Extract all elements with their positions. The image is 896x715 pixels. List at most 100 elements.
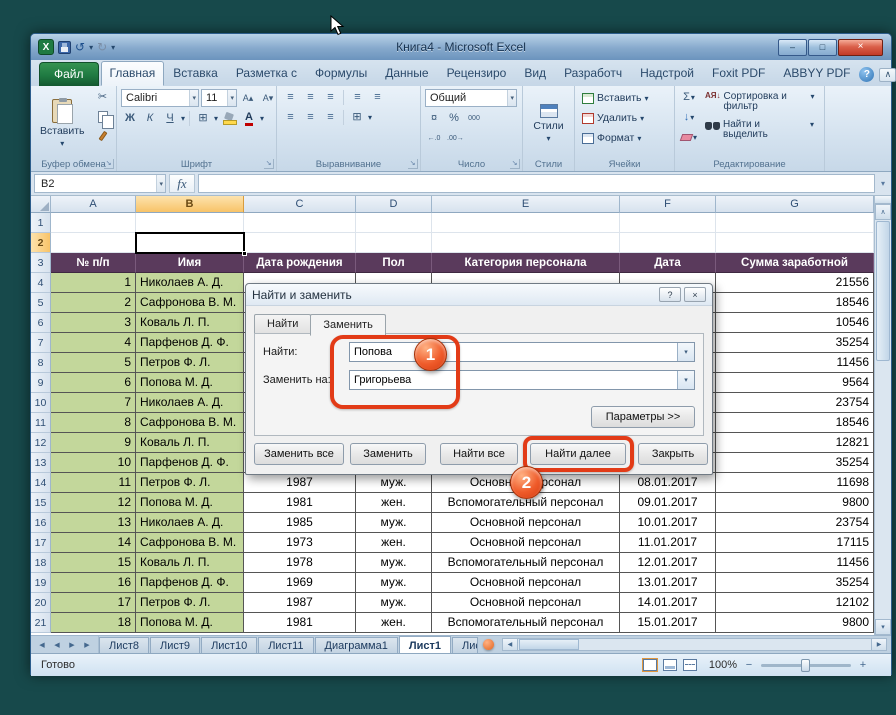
- sheet-tab-Лист11[interactable]: Лист11: [258, 637, 313, 653]
- excel-app-icon[interactable]: X: [38, 39, 54, 55]
- view-page-break-button[interactable]: [683, 659, 697, 671]
- cell-E16[interactable]: Основной персонал: [432, 513, 620, 533]
- replace-button[interactable]: Заменить: [350, 443, 426, 465]
- cell-C21[interactable]: 1981: [244, 613, 356, 633]
- scroll-left-icon[interactable]: ◀: [503, 639, 518, 650]
- last-sheet-icon[interactable]: ▶: [80, 638, 94, 651]
- ribbon-tab-Формулы[interactable]: Формулы: [306, 61, 376, 86]
- horizontal-scrollbar[interactable]: ◀ ▶: [502, 638, 887, 651]
- dialog-titlebar[interactable]: Найти и заменить ? ×: [246, 284, 712, 306]
- cell-D3[interactable]: Пол: [356, 253, 432, 273]
- cell-D18[interactable]: муж.: [356, 553, 432, 573]
- cell-A9[interactable]: 6: [51, 373, 136, 393]
- fill-color-button[interactable]: [220, 110, 238, 127]
- cell-D21[interactable]: жен.: [356, 613, 432, 633]
- ribbon-tab-Данные[interactable]: Данные: [376, 61, 437, 86]
- ribbon-tab-Надстрой[interactable]: Надстрой: [631, 61, 703, 86]
- cell-G4[interactable]: 21556: [716, 273, 874, 293]
- row-header-10[interactable]: 10: [31, 393, 51, 413]
- vertical-scrollbar[interactable]: ∧ ▾: [874, 196, 891, 635]
- help-icon[interactable]: ?: [859, 67, 874, 82]
- sheet-tab-Лист9[interactable]: Лист9: [150, 637, 200, 653]
- cell-B12[interactable]: Коваль Л. П.: [136, 433, 244, 453]
- cell-F15[interactable]: 09.01.2017: [620, 493, 716, 513]
- row-header-9[interactable]: 9: [31, 373, 51, 393]
- cell-G14[interactable]: 11698: [716, 473, 874, 493]
- cell-A10[interactable]: 7: [51, 393, 136, 413]
- cell-F2[interactable]: [620, 233, 716, 253]
- align-middle-button[interactable]: ≡: [301, 89, 319, 106]
- scrollbar-split-handle[interactable]: [875, 196, 891, 204]
- cell-A5[interactable]: 2: [51, 293, 136, 313]
- cell-G9[interactable]: 9564: [716, 373, 874, 393]
- cell-G8[interactable]: 11456: [716, 353, 874, 373]
- cell-B16[interactable]: Николаев А. Д.: [136, 513, 244, 533]
- align-right-button[interactable]: ≡: [321, 109, 339, 126]
- merge-center-button[interactable]: ⊞: [348, 109, 366, 126]
- next-sheet-icon[interactable]: ▶: [65, 638, 79, 651]
- cut-button[interactable]: ✂: [94, 89, 112, 106]
- cell-E20[interactable]: Основной персонал: [432, 593, 620, 613]
- row-header-6[interactable]: 6: [31, 313, 51, 333]
- font-color-dropdown-icon[interactable]: ▾: [260, 114, 264, 123]
- cell-B17[interactable]: Сафронова В. М.: [136, 533, 244, 553]
- cell-G17[interactable]: 17115: [716, 533, 874, 553]
- close-button[interactable]: ×: [838, 39, 883, 56]
- grow-font-button[interactable]: A▴: [239, 90, 257, 107]
- percent-style-button[interactable]: %: [445, 110, 463, 127]
- increase-decimal-button[interactable]: ←.0: [425, 130, 443, 147]
- font-dialog-launcher[interactable]: ↘: [264, 159, 274, 169]
- fill-button[interactable]: ↓▾: [679, 109, 699, 126]
- tab-replace[interactable]: Заменить: [310, 314, 385, 336]
- row-header-19[interactable]: 19: [31, 573, 51, 593]
- find-all-button[interactable]: Найти все: [440, 443, 518, 465]
- zoom-in-button[interactable]: +: [857, 659, 869, 671]
- font-name-combo[interactable]: Calibri▾: [121, 89, 199, 107]
- cell-D20[interactable]: муж.: [356, 593, 432, 613]
- cell-D17[interactable]: жен.: [356, 533, 432, 553]
- row-header-5[interactable]: 5: [31, 293, 51, 313]
- cell-G3[interactable]: Сумма заработной: [716, 253, 874, 273]
- cell-E17[interactable]: Основной персонал: [432, 533, 620, 553]
- first-sheet-icon[interactable]: ◀: [35, 638, 49, 651]
- sort-filter-button[interactable]: АЯ↓ Сортировка и фильтр ▾: [703, 91, 817, 113]
- cell-F14[interactable]: 08.01.2017: [620, 473, 716, 493]
- cell-E19[interactable]: Основной персонал: [432, 573, 620, 593]
- row-header-13[interactable]: 13: [31, 453, 51, 473]
- cell-B6[interactable]: Коваль Л. П.: [136, 313, 244, 333]
- fill-handle[interactable]: [242, 251, 247, 256]
- formula-input[interactable]: [198, 174, 875, 193]
- number-dialog-launcher[interactable]: ↘: [510, 159, 520, 169]
- close-dialog-button[interactable]: Закрыть: [638, 443, 708, 465]
- cell-D15[interactable]: жен.: [356, 493, 432, 513]
- cell-G12[interactable]: 12821: [716, 433, 874, 453]
- cell-G21[interactable]: 9800: [716, 613, 874, 633]
- cell-A11[interactable]: 8: [51, 413, 136, 433]
- sheet-tab-Диаграмма1[interactable]: Диаграмма1: [315, 637, 398, 653]
- cell-G1[interactable]: [716, 213, 874, 233]
- cell-A4[interactable]: 1: [51, 273, 136, 293]
- zoom-slider-thumb[interactable]: [801, 659, 810, 672]
- cell-B13[interactable]: Парфенов Д. Ф.: [136, 453, 244, 473]
- cell-A16[interactable]: 13: [51, 513, 136, 533]
- cell-G7[interactable]: 35254: [716, 333, 874, 353]
- name-box-dropdown-icon[interactable]: ▾: [156, 175, 165, 192]
- row-header-8[interactable]: 8: [31, 353, 51, 373]
- cell-D1[interactable]: [356, 213, 432, 233]
- row-header-14[interactable]: 14: [31, 473, 51, 493]
- cell-D2[interactable]: [356, 233, 432, 253]
- cell-E21[interactable]: Вспомогательный персонал: [432, 613, 620, 633]
- borders-button[interactable]: ⊞: [194, 110, 212, 127]
- cell-B10[interactable]: Николаев А. Д.: [136, 393, 244, 413]
- minimize-button[interactable]: –: [778, 39, 807, 56]
- undo-icon[interactable]: ↺: [75, 41, 85, 53]
- cell-C19[interactable]: 1969: [244, 573, 356, 593]
- cell-A2[interactable]: [51, 233, 136, 253]
- insert-cells-button[interactable]: Вставить▾: [579, 89, 670, 107]
- formula-bar-expand-icon[interactable]: ▾: [878, 179, 888, 188]
- view-normal-button[interactable]: [643, 659, 657, 671]
- cell-C15[interactable]: 1981: [244, 493, 356, 513]
- underline-button[interactable]: Ч: [161, 110, 179, 127]
- cell-F19[interactable]: 13.01.2017: [620, 573, 716, 593]
- cell-B14[interactable]: Петров Ф. Л.: [136, 473, 244, 493]
